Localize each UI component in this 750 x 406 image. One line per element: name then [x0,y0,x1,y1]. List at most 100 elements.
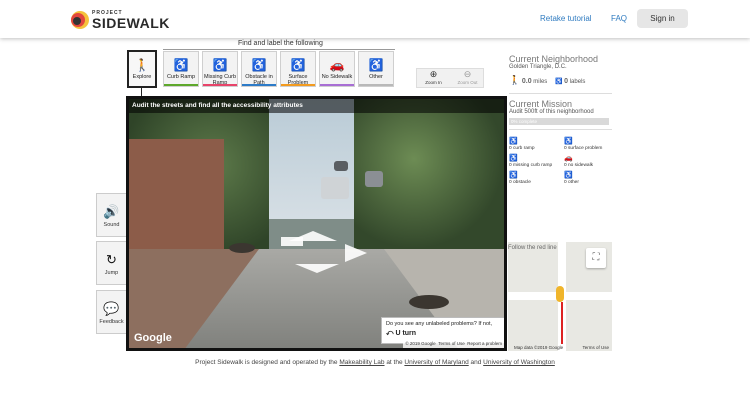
obstacle-color-bar [242,84,276,86]
curb-ramp-icon: ♿ [173,58,189,72]
label-count-text: 0 curb ramp [509,146,535,151]
mission-description: Audit 500ft of this neighborhood [509,109,594,115]
no-sidewalk-mode-button[interactable]: 🚗 No Sidewalk [319,51,355,87]
zoom-in-icon: ⊕ [429,69,438,79]
other-label: Other [369,74,383,80]
nav-arrow-left[interactable] [281,237,303,246]
project-sidewalk-logo[interactable]: PROJECT SIDEWALK [70,8,170,32]
pegman-icon[interactable] [556,286,564,302]
other-icon: ♿ [368,58,384,72]
mission-label-counts: ♿ 0 curb ramp ♿ 0 surface problem ♿ 0 missi… [509,138,612,185]
feedback-button[interactable]: 💬 Feedback [96,290,127,334]
find-label-heading: Find and label the following [238,40,323,47]
sound-button[interactable]: 🔊 Sound [96,193,127,237]
curb-ramp-label: Curb Ramp [166,74,196,80]
curb-ramp-icon: ♿ [509,138,518,145]
manhole-cover [229,243,255,253]
surface-problem-icon: ♿ [564,138,573,145]
street-view-panorama[interactable]: Audit the streets and find all the acces… [126,96,507,351]
miles-value: 0.0 [521,78,532,85]
speaker-icon: 🔊 [103,204,120,219]
status-panel: Current Neighborhood Golden Triangle, D.… [509,54,612,185]
no-sidewalk-color-bar [320,84,354,86]
mission-title: Current Mission [509,99,573,109]
no-sidewalk-label: No Sidewalk [321,74,353,80]
label-count-no-sidewalk: 🚗 0 no sidewalk [564,155,612,168]
zoom-controls: ⊕ Zoom In ⊖ Zoom Out [416,68,484,88]
find-divider [163,49,395,50]
no-sidewalk-icon: 🚗 [329,58,345,72]
walking-icon: 🚶 [509,75,521,85]
university-maryland-link[interactable]: University of Maryland [404,359,468,366]
logo-icon [70,10,90,30]
no-sidewalk-icon: 🚗 [564,155,573,162]
retake-tutorial-link[interactable]: Retake tutorial [540,14,592,23]
footer-text: Project Sidewalk is designed and operate… [195,359,340,366]
labels-unit: labels [569,79,586,85]
footer: Project Sidewalk is designed and operate… [0,359,750,366]
faq-link[interactable]: FAQ [611,14,627,23]
label-count-surface-problem: ♿ 0 surface problem [564,138,612,151]
surface-problem-icon: ♿ [290,58,306,72]
logo-big-text: SIDEWALK [92,14,170,31]
label-count-obstacle: ♿ 0 obstacle [509,172,564,185]
obstacle-mode-button[interactable]: ♿ Obstacle in Path [241,51,277,87]
surface-problem-color-bar [281,84,315,86]
pano-copyright: © 2019 Google [405,341,436,346]
divider [509,129,612,130]
fullscreen-icon[interactable]: ⛶ [586,248,606,268]
neighborhood-stats: 🚶 0.0 miles ♿ 0 labels [509,75,612,89]
u-turn-button[interactable]: ⤺ U turn [386,330,500,338]
route-red-line [561,302,563,344]
miles-unit: miles [533,79,548,85]
pano-report-link[interactable]: Report a problem [467,341,502,346]
other-mode-button[interactable]: ♿ Other [358,51,394,87]
parked-car [321,177,349,199]
walking-person-icon: 🚶 [134,58,150,72]
university-washington-link[interactable]: University of Washington [483,359,555,366]
footer-text: at the [384,359,405,366]
curb-ramp-mode-button[interactable]: ♿ Curb Ramp [163,51,199,87]
parked-car [334,161,348,171]
map-copyright: Map data ©2019 Google [514,345,564,350]
pano-instructions-banner: Audit the streets and find all the acces… [129,99,504,113]
explore-mode-button[interactable]: 🚶 Explore [127,50,157,88]
header: PROJECT SIDEWALK Retake tutorial FAQ Sig… [0,0,750,38]
jump-button[interactable]: ↻ Jump [96,241,127,285]
missing-curb-ramp-mode-button[interactable]: ♿ Missing Curb Ramp [202,51,238,87]
obstacle-icon: ♿ [509,172,518,179]
nav-arrow-right[interactable] [345,244,367,262]
speech-bubble-icon: 💬 [103,301,120,316]
label-count-other: ♿ 0 other [564,172,612,185]
surface-problem-mode-button[interactable]: ♿ Surface Problem [280,51,316,87]
map-terms-link[interactable]: Terms of Use [582,345,609,350]
zoom-in-label: Zoom In [425,80,442,85]
zoom-in-button[interactable]: ⊕ Zoom In [417,69,450,87]
labels-value: 0 [564,78,569,85]
zoom-out-label: Zoom Out [457,80,478,85]
nav-arrow-back[interactable] [295,264,339,273]
label-count-text: 0 other [564,180,579,185]
u-turn-label: U turn [395,330,417,337]
footer-text: and [468,359,484,366]
label-count-text: 0 no sidewalk [564,163,594,168]
sign-in-button[interactable]: Sign in [637,9,688,28]
pano-copyright-bar: © 2019 Google Terms of Use Report a prob… [403,340,504,348]
pano-terms-link[interactable]: Terms of Use [438,341,465,346]
explore-label: Explore [132,74,152,80]
label-count-missing-curb-ramp: ♿ 0 missing curb ramp [509,155,564,168]
neighborhood-name: Golden Triangle, D.C. [509,64,567,70]
missing-curb-ramp-color-bar [203,84,237,86]
missing-curb-ramp-icon: ♿ [509,155,518,162]
follow-red-line-label: Follow the red line [508,245,557,251]
curb-ramp-color-bar [164,84,198,86]
neighborhood-title: Current Neighborhood [509,54,599,64]
zoom-out-button[interactable]: ⊖ Zoom Out [451,69,484,87]
mission-progress-bar: 0% complete [509,118,609,125]
label-count-text: 0 obstacle [509,180,531,185]
makeability-lab-link[interactable]: Makeability Lab [339,359,384,366]
labels-icon: ♿ [554,79,563,85]
other-icon: ♿ [564,172,573,179]
minimap[interactable]: Follow the red line ⛶ Map data ©2019 Goo… [508,242,612,351]
explore-connector [141,88,142,96]
